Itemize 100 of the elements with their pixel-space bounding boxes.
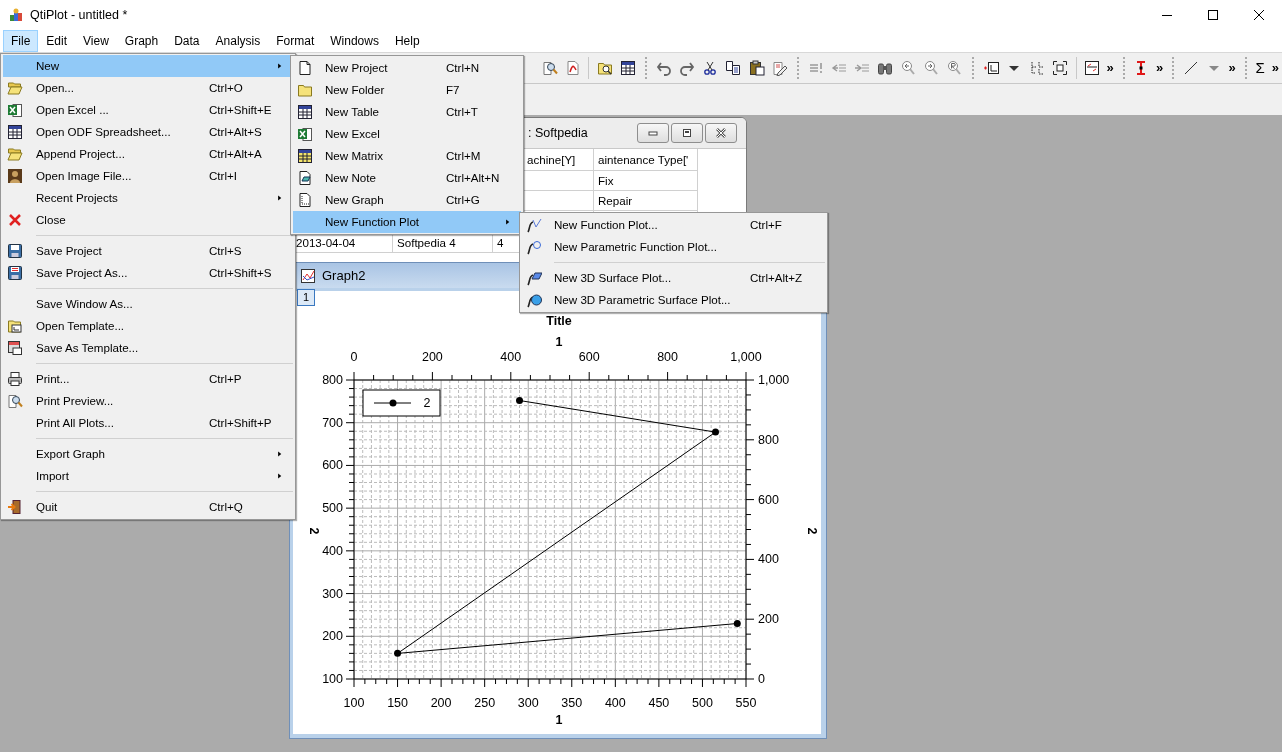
exit-door-icon bbox=[7, 499, 23, 515]
menu-item[interactable]: New Project Ctrl+N bbox=[293, 57, 521, 79]
menu-item[interactable]: Append Project... Ctrl+Alt+A bbox=[3, 143, 293, 165]
graph-icon bbox=[300, 267, 316, 284]
axis-tick-label: 600 bbox=[578, 350, 600, 364]
zoom-right-icon[interactable] bbox=[923, 60, 940, 76]
function-curve-icon bbox=[526, 217, 542, 233]
undo-icon[interactable] bbox=[656, 60, 672, 76]
graph-box-icon[interactable] bbox=[1084, 60, 1101, 76]
template-icon bbox=[7, 318, 23, 334]
zoom-left-icon[interactable] bbox=[900, 60, 917, 76]
axis-tick-label: 1,000 bbox=[730, 350, 762, 364]
minimize-icon bbox=[1162, 14, 1172, 16]
picture-icon bbox=[7, 168, 23, 184]
table-icon bbox=[297, 104, 313, 120]
menu-item[interactable]: Print Preview... bbox=[3, 390, 293, 412]
toolbar-overflow-button[interactable]: » bbox=[1268, 58, 1282, 78]
menu-item[interactable]: New 3D Parametric Surface Plot... bbox=[522, 289, 825, 311]
menu-bar-item[interactable]: Graph bbox=[116, 30, 167, 52]
function-circle-icon bbox=[526, 239, 542, 255]
menu-item[interactable]: Open Excel ... Ctrl+Shift+E bbox=[3, 99, 293, 121]
axis-tick-label: 800 bbox=[657, 350, 679, 364]
axis-tick-label: 0 bbox=[758, 672, 765, 686]
axis-tick-label: 450 bbox=[648, 696, 670, 710]
axis-tick-label: 300 bbox=[322, 586, 343, 601]
zoom-reset-icon[interactable] bbox=[946, 60, 963, 76]
menu-item[interactable]: Open ODF Spreadsheet... Ctrl+Alt+S bbox=[3, 121, 293, 143]
menu-bar-item[interactable]: File bbox=[3, 30, 39, 52]
toolbar-overflow-button[interactable]: » bbox=[1225, 58, 1239, 78]
axis-title: 2 bbox=[307, 527, 321, 535]
menu-item[interactable]: Open Image File... Ctrl+I bbox=[3, 165, 293, 187]
data-point bbox=[712, 428, 719, 436]
menu-item[interactable]: New Function Plot bbox=[293, 211, 521, 233]
menu-item[interactable]: Save Window As... bbox=[3, 293, 293, 315]
table-icon bbox=[7, 124, 23, 140]
menu-item[interactable]: Save Project Ctrl+S bbox=[3, 240, 293, 262]
menu-item[interactable]: New Graph Ctrl+G bbox=[293, 189, 521, 211]
chart-title: Title bbox=[546, 314, 572, 328]
menu-item[interactable]: Close bbox=[3, 209, 293, 231]
axis-tick-label: 500 bbox=[692, 696, 713, 710]
axis-title: 2 bbox=[805, 527, 819, 535]
line-icon[interactable] bbox=[1182, 60, 1199, 76]
axis-tick-label: 0 bbox=[350, 350, 358, 364]
axis-tick-label: 150 bbox=[387, 696, 408, 710]
menu-bar-item[interactable]: Analysis bbox=[207, 30, 269, 52]
binoculars-icon[interactable] bbox=[877, 60, 894, 76]
sum-button[interactable]: Σ bbox=[1251, 56, 1269, 80]
menu-bar-item[interactable]: Windows bbox=[322, 30, 387, 52]
add-layer-icon[interactable] bbox=[982, 60, 999, 76]
graph-icon bbox=[297, 192, 313, 208]
toolbar-overflow-button[interactable]: » bbox=[1103, 58, 1117, 78]
menu-item[interactable]: New bbox=[3, 55, 293, 77]
menu-item[interactable]: New 3D Surface Plot... Ctrl+Alt+Z bbox=[522, 267, 825, 289]
menu-item[interactable]: Open Template... bbox=[3, 315, 293, 337]
menu-item[interactable]: Import bbox=[3, 465, 293, 487]
spreadsheet-icon bbox=[297, 126, 313, 142]
axis-title: 1 bbox=[555, 335, 563, 349]
menu-bar-item[interactable]: Edit bbox=[38, 30, 76, 52]
menu-item[interactable]: New Table Ctrl+T bbox=[293, 101, 521, 123]
menu-item[interactable]: Export Graph bbox=[3, 443, 293, 465]
pdf-icon[interactable] bbox=[564, 60, 581, 76]
menu-bar-item[interactable]: Data bbox=[166, 30, 208, 52]
fit-frame-icon[interactable] bbox=[1051, 60, 1068, 76]
menu-item[interactable]: Save Project As... Ctrl+Shift+S bbox=[3, 262, 293, 284]
function-sphere-icon bbox=[526, 292, 542, 308]
copy-icon[interactable] bbox=[725, 60, 742, 76]
edit-note-icon[interactable] bbox=[771, 60, 788, 76]
menu-bar-item[interactable]: Help bbox=[386, 30, 428, 52]
close-button[interactable] bbox=[705, 123, 737, 143]
menu-item[interactable]: Recent Projects bbox=[3, 187, 293, 209]
scissors-icon[interactable] bbox=[702, 60, 719, 76]
paste-icon[interactable] bbox=[748, 60, 765, 76]
menu-bar-item[interactable]: Format bbox=[268, 30, 323, 52]
note-icon bbox=[297, 170, 313, 186]
axis-tick-label: 200 bbox=[421, 350, 443, 364]
open-folder-icon bbox=[7, 80, 23, 96]
menu-bar-item[interactable]: View bbox=[75, 30, 117, 52]
spreadsheet-icon bbox=[7, 102, 23, 118]
app-logo-icon bbox=[8, 7, 24, 23]
table-icon[interactable] bbox=[619, 60, 636, 76]
menu-item[interactable]: New Folder F7 bbox=[293, 79, 521, 101]
menu-item[interactable]: Print... Ctrl+P bbox=[3, 368, 293, 390]
arrange-icon[interactable] bbox=[1028, 60, 1045, 76]
axis-tick-label: 700 bbox=[322, 415, 343, 430]
menu-item[interactable]: Open... Ctrl+O bbox=[3, 77, 293, 99]
print-preview-icon[interactable] bbox=[541, 60, 558, 76]
legend-symbol-icon bbox=[373, 399, 412, 407]
save-template-icon bbox=[7, 340, 23, 356]
folder-search-icon[interactable] bbox=[596, 60, 613, 76]
menu-item[interactable]: Print All Plots... Ctrl+Shift+P bbox=[3, 412, 293, 434]
axis-tick-label: 350 bbox=[561, 696, 583, 710]
toolbar-overflow-button[interactable]: » bbox=[1152, 58, 1167, 78]
restore-button[interactable] bbox=[671, 123, 703, 143]
menu-item[interactable]: Quit Ctrl+Q bbox=[3, 496, 293, 518]
redo-icon[interactable] bbox=[679, 60, 696, 76]
axis-tick-label: 600 bbox=[322, 458, 343, 473]
menu-item[interactable]: Save As Template... bbox=[3, 337, 293, 359]
maximize-icon bbox=[1205, 7, 1221, 23]
layer-button[interactable]: 1 bbox=[297, 289, 315, 306]
menu-item[interactable]: New Excel bbox=[293, 123, 521, 145]
